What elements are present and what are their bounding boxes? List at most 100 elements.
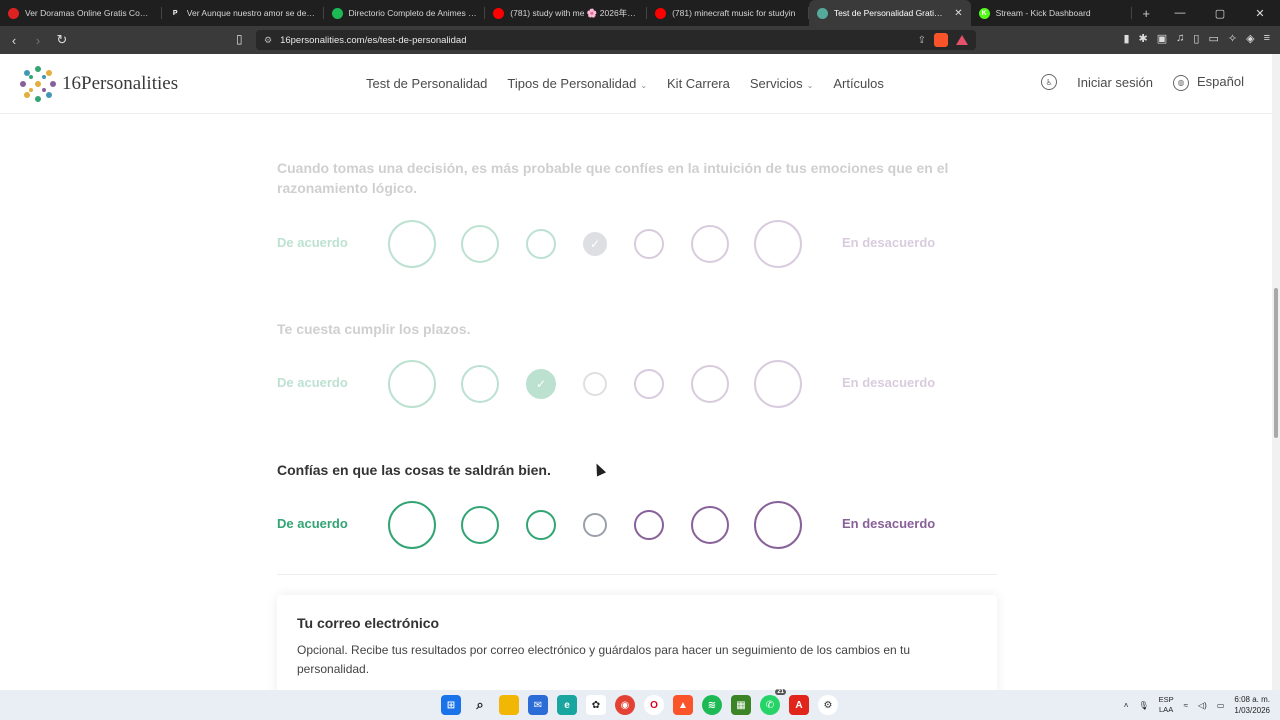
globe-icon: ◍: [1173, 74, 1190, 91]
nav-item[interactable]: Kit Carrera: [667, 76, 730, 91]
brave-rewards-icon[interactable]: [956, 35, 968, 45]
question: Confías en que las cosas te saldrán bien…: [277, 460, 997, 549]
file-explorer-icon[interactable]: [499, 695, 519, 715]
chevron-up-icon[interactable]: ˄: [1124, 701, 1129, 710]
url-text: 16personalities.com/es/test-de-personali…: [280, 34, 467, 46]
menu-icon[interactable]: ≡: [1264, 32, 1270, 45]
language-selector[interactable]: ◍ Español: [1173, 74, 1244, 91]
answer-option-radio[interactable]: [388, 501, 436, 549]
tab-title: Ver Doramas Online Gratis Completo: [25, 8, 154, 18]
answer-option-radio[interactable]: [691, 506, 729, 544]
puzzle-icon[interactable]: ✱: [1139, 32, 1148, 45]
whatsapp-badge: 21: [775, 689, 786, 695]
vpn-icon[interactable]: ◈: [1246, 32, 1254, 45]
edge-icon[interactable]: e: [557, 695, 577, 715]
question-text: Confías en que las cosas te saldrán bien…: [277, 462, 551, 478]
chevron-down-icon: ⌄: [806, 81, 814, 90]
leo-icon[interactable]: ✧: [1228, 32, 1237, 45]
answer-option-radio[interactable]: [526, 510, 556, 540]
browser-tab[interactable]: K Stream - Kick Dashboard: [971, 0, 1133, 26]
minecraft-icon[interactable]: ▦: [731, 695, 751, 715]
scrollbar-thumb[interactable]: [1274, 288, 1278, 438]
answer-option-radio[interactable]: ✓: [583, 232, 607, 256]
pdf-icon[interactable]: A: [789, 695, 809, 715]
close-window-icon[interactable]: ✕: [1240, 0, 1280, 26]
question-text: Cuando tomas una decisión, es más probab…: [277, 160, 949, 196]
new-tab-button[interactable]: +: [1132, 6, 1160, 21]
spotify-icon[interactable]: ≋: [702, 695, 722, 715]
forward-icon[interactable]: ›: [28, 30, 48, 50]
back-icon[interactable]: ‹: [4, 30, 24, 50]
browser-tab[interactable]: (781) minecraft music for studyin: [647, 0, 809, 26]
nav-item[interactable]: Artículos: [833, 76, 884, 91]
url-field[interactable]: ⚙ 16personalities.com/es/test-de-persona…: [256, 30, 976, 50]
steam-icon[interactable]: ⚙: [818, 695, 838, 715]
nav-item[interactable]: Test de Personalidad: [366, 76, 487, 91]
nav-item[interactable]: Tipos de Personalidad ⌄: [507, 76, 647, 91]
agree-label: De acuerdo: [277, 235, 348, 250]
login-link[interactable]: Iniciar sesión: [1077, 75, 1153, 90]
answer-option-radio[interactable]: [461, 365, 499, 403]
answer-option-radio[interactable]: [388, 360, 436, 408]
tab-title: Test de Personalidad Gratis | 16P: [833, 8, 944, 18]
answer-option-radio[interactable]: [634, 510, 664, 540]
nav-item-label: Test de Personalidad: [366, 76, 488, 91]
answer-option-radio[interactable]: [754, 501, 802, 549]
tab-favicon-icon: [493, 7, 505, 19]
browser-tab[interactable]: P Ver Aunque nuestro amor se desvan: [162, 0, 324, 26]
chevron-down-icon: ⌄: [640, 81, 648, 90]
bookmark-icon[interactable]: ▯: [236, 32, 243, 46]
answer-option-radio[interactable]: [461, 506, 499, 544]
windows-start-icon[interactable]: ⊞: [441, 695, 461, 715]
chatgpt-icon[interactable]: ✿: [586, 695, 606, 715]
music-icon[interactable]: ♫: [1176, 32, 1184, 45]
minimize-icon[interactable]: —: [1160, 0, 1200, 26]
answer-option-radio[interactable]: ✓: [526, 369, 556, 399]
opera-icon[interactable]: O: [644, 695, 664, 715]
answer-option-radio[interactable]: [754, 220, 802, 268]
browser-tab[interactable]: Test de Personalidad Gratis | 16P ✕: [808, 0, 971, 26]
reload-icon[interactable]: ↻: [52, 30, 72, 50]
wifi-icon[interactable]: ≈: [1184, 701, 1188, 710]
accessibility-icon[interactable]: ♿: [1041, 74, 1058, 91]
close-tab-icon[interactable]: ✕: [954, 8, 962, 19]
answer-option-radio[interactable]: [526, 229, 556, 259]
site-logo[interactable]: 16Personalities: [20, 66, 178, 102]
site-info-icon[interactable]: ⚙: [264, 35, 272, 46]
checkmark-icon: ✓: [535, 377, 547, 391]
mail-icon[interactable]: ✉: [528, 695, 548, 715]
maximize-icon[interactable]: ▢: [1200, 0, 1240, 26]
microphone-icon[interactable]: 🎙: [1138, 701, 1148, 710]
nav-item[interactable]: Servicios ⌄: [750, 76, 813, 91]
answer-option-radio[interactable]: [634, 369, 664, 399]
answer-option-radio[interactable]: [583, 372, 607, 396]
scrollbar[interactable]: [1272, 54, 1280, 690]
answer-option-radio[interactable]: [691, 365, 729, 403]
language-indicator[interactable]: ESP LAA: [1159, 695, 1174, 715]
browser-tab[interactable]: (781) study with me 🌸 2026年も一緒: [485, 0, 647, 26]
answer-option-radio[interactable]: [388, 220, 436, 268]
answer-scale: De acuerdo En desacuerdo: [277, 500, 997, 550]
wallet-icon[interactable]: ▭: [1208, 32, 1218, 45]
answer-option-radio[interactable]: [691, 225, 729, 263]
search-icon[interactable]: ⌕: [470, 695, 490, 715]
tab-title: Ver Aunque nuestro amor se desvan: [186, 8, 316, 18]
extension-icon[interactable]: ▮: [1123, 32, 1129, 45]
answer-option-radio[interactable]: [583, 513, 607, 537]
brave-shields-icon[interactable]: [934, 33, 948, 47]
answer-option-radio[interactable]: [754, 360, 802, 408]
whatsapp-icon[interactable]: ✆ 21: [760, 689, 786, 715]
answer-option-radio[interactable]: [461, 225, 499, 263]
screenshot-icon[interactable]: ▣: [1157, 32, 1167, 45]
answer-option-radio[interactable]: [634, 229, 664, 259]
share-icon[interactable]: ⇪: [918, 35, 926, 46]
battery-icon[interactable]: ▭: [1217, 701, 1225, 710]
browser-tab[interactable]: Ver Doramas Online Gratis Completo: [0, 0, 162, 26]
clock[interactable]: 6:08 a. m. 1/03/2026: [1234, 694, 1270, 716]
volume-icon[interactable]: ◁): [1198, 701, 1207, 710]
sidebar-icon[interactable]: ▯: [1193, 32, 1199, 45]
brave-icon[interactable]: ▲: [673, 695, 693, 715]
tab-favicon-icon: [816, 7, 828, 19]
browser-tab[interactable]: Directorio Completo de Animes Onl: [324, 0, 486, 26]
chrome-icon[interactable]: ◉: [615, 695, 635, 715]
